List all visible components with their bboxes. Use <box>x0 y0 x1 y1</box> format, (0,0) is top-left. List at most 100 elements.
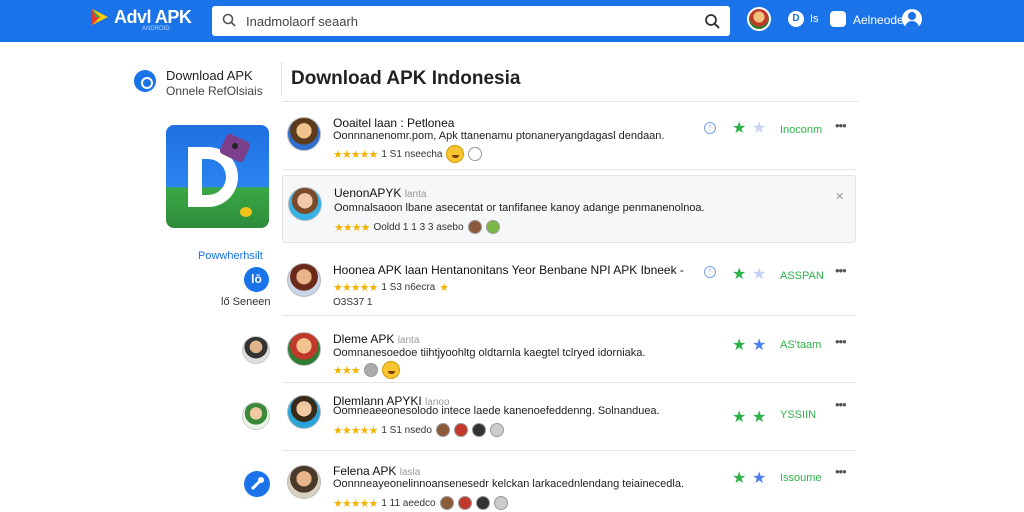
logo-icon <box>90 8 110 26</box>
emoji-icon <box>381 361 400 379</box>
reviewer-avatar <box>471 423 486 437</box>
list-item[interactable]: UenonAPYK lanta Oomnalsaoon lbane asecen… <box>282 175 856 243</box>
search-bar[interactable] <box>212 6 730 36</box>
profile-avatar[interactable] <box>747 7 771 31</box>
brand-subtitle: Onnele RefOlsiais <box>166 84 263 98</box>
account-icon[interactable] <box>830 11 846 27</box>
more-options-icon[interactable]: ••• <box>835 118 847 133</box>
app-icon-eye <box>232 143 238 149</box>
avatar <box>287 263 321 297</box>
developer-label[interactable]: Powwherhsilt <box>198 250 263 262</box>
more-options-icon[interactable]: ••• <box>835 464 847 479</box>
avatar <box>287 395 321 429</box>
item-description: Oonnneayeonelinnoansenesedr kelckan lark… <box>333 478 685 490</box>
reviewer-avatar <box>439 496 454 510</box>
list-item[interactable]: Dleme APK lanta Oomnanesoedoe tiihtjyooh… <box>282 321 856 383</box>
rate-star-icon[interactable]: ★ <box>752 468 766 488</box>
item-meta: ★★★★ Ooldd 1 1 3 3 asebo <box>334 220 500 234</box>
account-label[interactable]: Aelneode <box>853 13 904 27</box>
rating-stars: ★★★★★ <box>333 424 378 437</box>
list-item[interactable]: Felena APK lasla Oonnneayeonelinnoansene… <box>282 456 856 512</box>
favorite-star-icon[interactable]: ★ <box>732 118 746 138</box>
item-title[interactable]: Ooaitel laan : Petlonea <box>333 116 454 130</box>
favorite-star-icon[interactable]: ★ <box>732 468 746 488</box>
list-item[interactable]: Hoonea APK laan Hentanonitans Yeor Benba… <box>282 250 856 316</box>
reviewer-avatar <box>475 496 490 510</box>
app-icon-foot <box>240 207 252 217</box>
item-title[interactable]: Hoonea APK laan Hentanonitans Yeor Benba… <box>333 263 693 277</box>
avatar <box>287 332 321 366</box>
side-avatar[interactable] <box>242 336 270 364</box>
status-label: ASSPAN <box>780 270 824 282</box>
info-icon[interactable]: ! <box>704 122 716 134</box>
more-options-icon[interactable]: ••• <box>835 334 847 349</box>
reviewer-avatar <box>457 496 472 510</box>
notification-count: Is <box>810 13 819 25</box>
item-tag: lanta <box>397 335 420 346</box>
developer-icon[interactable]: lō <box>244 267 269 292</box>
avatar <box>287 465 321 499</box>
rating-stars: ★★★★★ <box>333 497 378 510</box>
rate-star-icon[interactable]: ★ <box>752 407 766 427</box>
rating-stars: ★★★★★ <box>333 148 378 161</box>
item-title-text: Dleme APK <box>333 332 395 346</box>
item-title[interactable]: UenonAPYK lanta <box>334 186 426 200</box>
rating-text: 1 S1 nsedo <box>381 424 432 436</box>
search-icon <box>222 13 236 27</box>
logo-text: Advl APK <box>114 7 192 27</box>
list-item[interactable]: Ooaitel laan : Petlonea Oonnnanenomr.pom… <box>282 104 856 170</box>
brand-icon <box>134 70 156 92</box>
item-meta: ★★★★★ 1 11 aeedco <box>333 496 508 510</box>
reviewer-avatar <box>453 423 468 437</box>
list-item[interactable]: Dlemlann APYKI lanoo Oomneaeeonesolodo i… <box>282 385 856 451</box>
favorite-star-icon[interactable]: ★ <box>732 407 746 427</box>
item-description: Oomnanesoedoe tiihtjyoohltg oldtarnla ka… <box>333 347 646 359</box>
item-title-text: UenonAPYK <box>334 186 402 200</box>
title-divider <box>282 101 858 102</box>
close-icon[interactable]: ✕ <box>835 190 844 203</box>
item-title[interactable]: Felena APK lasla <box>333 464 420 478</box>
rating-text: 1 S1 nseecha <box>381 148 443 160</box>
favorite-star-icon[interactable]: ★ <box>732 264 746 284</box>
header-divider <box>281 62 282 96</box>
rate-star-icon[interactable]: ★ <box>752 264 766 284</box>
search-input[interactable] <box>246 11 686 31</box>
brand-title: Download APK <box>166 68 253 83</box>
status-label: YSSIIN <box>780 409 817 421</box>
user-icon[interactable] <box>902 9 922 29</box>
more-options-icon[interactable]: ••• <box>835 397 847 412</box>
more-options-icon[interactable]: ••• <box>835 263 847 278</box>
developer-count: lő Seneen <box>221 296 271 308</box>
item-description: Oomneaeeonesolodo intece laede kanenoefe… <box>333 405 660 417</box>
rating-text: 1 S3 n6ecra <box>381 282 436 293</box>
item-tag: lanta <box>404 189 427 200</box>
site-logo[interactable]: Advl APK <box>90 7 192 27</box>
item-title-text: Felena APK <box>333 464 397 478</box>
app-icon[interactable] <box>166 125 269 228</box>
reviewer-avatar <box>493 496 508 510</box>
status-label: Issoume <box>780 472 822 484</box>
avatar <box>287 117 321 151</box>
info-icon[interactable]: ! <box>704 266 716 278</box>
page-title: Download APK Indonesia <box>291 68 521 89</box>
rating-text: Ooldd 1 1 3 3 asebo <box>373 221 464 233</box>
reviewer-avatar <box>489 423 504 437</box>
notification-icon[interactable]: D <box>788 11 804 27</box>
item-meta: ★★★★★ 1 S3 n6ecra ★ <box>333 281 449 294</box>
rating-text: 1 11 aeedco <box>381 497 436 509</box>
search-submit-icon[interactable] <box>704 13 720 29</box>
reviewer-avatar <box>485 220 500 234</box>
rating-stars: ★★★ <box>333 364 361 377</box>
favorite-star-icon[interactable]: ★ <box>732 335 746 355</box>
item-meta: ★★★ <box>333 361 400 379</box>
status-label: Inoconm <box>780 124 823 136</box>
side-tool-icon[interactable] <box>244 471 270 497</box>
avatar <box>288 187 322 221</box>
item-title[interactable]: Dleme APK lanta <box>333 332 419 346</box>
rate-star-icon[interactable]: ★ <box>752 118 766 138</box>
rate-star-icon[interactable]: ★ <box>752 335 766 355</box>
reviewer-avatar <box>435 423 450 437</box>
reviewer-avatar <box>467 220 482 234</box>
side-avatar[interactable] <box>242 402 270 430</box>
reviewer-avatar <box>363 363 378 377</box>
